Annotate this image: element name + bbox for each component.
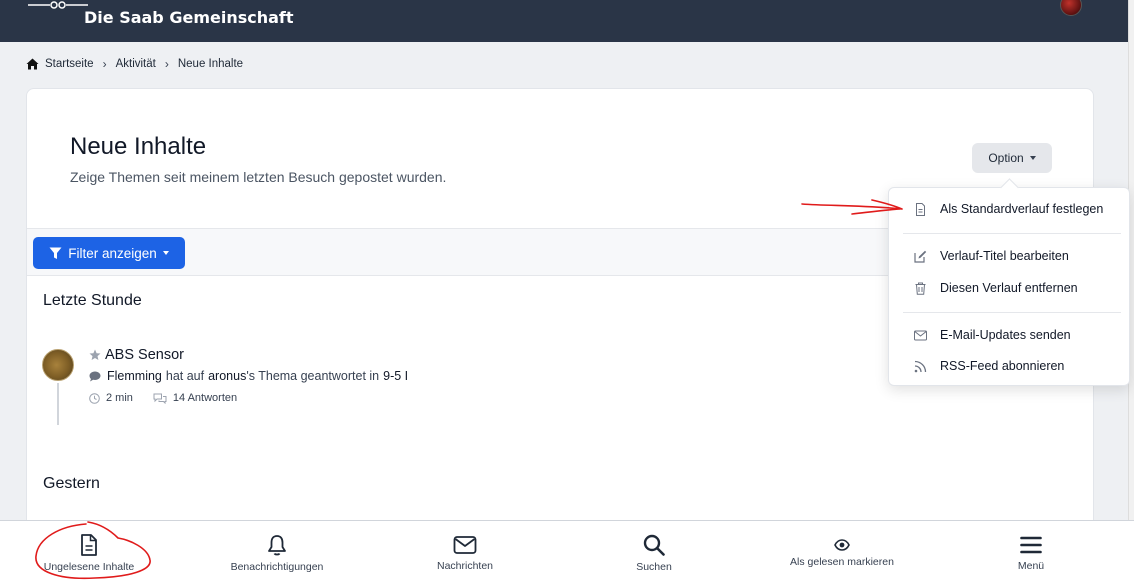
menu-item-rss[interactable]: RSS-Feed abonnieren	[889, 352, 1129, 380]
nav-menu[interactable]: Menü	[942, 521, 1120, 585]
option-button[interactable]: Option	[972, 143, 1052, 173]
menu-icon	[1020, 536, 1042, 554]
author-link[interactable]: Flemming	[107, 369, 162, 383]
avatar[interactable]	[42, 349, 74, 381]
rss-icon	[914, 360, 927, 372]
time-ago: 2 min	[106, 392, 133, 404]
menu-item-set-default[interactable]: Als Standardverlauf festlegen	[889, 195, 1129, 223]
envelope-icon	[453, 536, 477, 554]
breadcrumb-current: Neue Inhalte	[177, 58, 244, 70]
breadcrumb: Startseite › Aktivität › Neue Inhalte	[26, 57, 243, 71]
section-heading-yesterday: Gestern	[43, 475, 100, 492]
menu-item-label: E-Mail-Updates senden	[940, 328, 1071, 342]
menu-item-label: RSS-Feed abonnieren	[940, 359, 1065, 373]
nav-notifications[interactable]: Benachrichtigungen	[188, 521, 366, 585]
document-icon	[916, 202, 925, 216]
option-dropdown-menu: Als Standardverlauf festlegen Verlauf-Ti…	[888, 187, 1130, 386]
site-header: Die Saab Gemeinschaft	[0, 0, 1128, 42]
nav-label: Suchen	[636, 561, 672, 573]
plane-logo-icon	[28, 1, 88, 9]
site-logo-subtitle: Die Saab Gemeinschaft	[84, 8, 294, 27]
comment-icon	[89, 371, 101, 381]
bell-icon	[268, 535, 286, 556]
chevron-right-icon: ›	[164, 57, 169, 71]
menu-item-label: Diesen Verlauf entfernen	[940, 281, 1078, 295]
clock-icon	[89, 392, 100, 404]
nav-mark-read[interactable]: Als gelesen markieren	[753, 521, 931, 585]
menu-item-remove-stream[interactable]: Diesen Verlauf entfernen	[889, 274, 1129, 302]
page-title: Neue Inhalte	[70, 133, 207, 160]
search-icon	[643, 534, 665, 556]
section-heading-last-hour: Letzte Stunde	[43, 292, 142, 309]
home-icon	[26, 58, 39, 70]
thread-line	[57, 383, 59, 425]
forum-link[interactable]: 9-5 I	[383, 369, 408, 383]
nav-label: Menü	[1017, 560, 1045, 572]
nav-search[interactable]: Suchen	[565, 521, 743, 585]
menu-divider	[903, 233, 1121, 234]
topic-title-text[interactable]: ABS Sensor	[105, 347, 184, 363]
breadcrumb-label: Startseite	[45, 58, 94, 70]
topic-title[interactable]: ABS Sensor	[89, 347, 184, 363]
caret-down-icon	[162, 251, 169, 255]
topic-stats: 2 min 14 Antworten	[89, 392, 237, 404]
nav-messages[interactable]: Nachrichten	[376, 521, 554, 585]
nav-label: Benachrichtigungen	[230, 561, 324, 573]
comments-icon	[153, 393, 167, 404]
envelope-icon	[914, 330, 927, 340]
page-description: Zeige Themen seit meinem letzten Besuch …	[70, 169, 447, 185]
nav-unread-content[interactable]: Ungelesene Inhalte	[0, 521, 178, 585]
nav-label: Ungelesene Inhalte	[43, 561, 135, 573]
activity-text-2: 's Thema geantwortet in	[246, 369, 380, 383]
caret-down-icon	[1029, 156, 1036, 160]
chevron-right-icon: ›	[102, 57, 107, 71]
target-user-link[interactable]: aronus	[208, 369, 246, 383]
menu-item-label: Verlauf-Titel bearbeiten	[940, 249, 1069, 263]
bottom-navigation: Ungelesene Inhalte Benachrichtigungen Na…	[0, 520, 1134, 585]
nav-label: Als gelesen markieren	[790, 556, 894, 568]
breadcrumb-home[interactable]: Startseite	[26, 58, 94, 70]
breadcrumb-activity[interactable]: Aktivität	[116, 58, 156, 70]
menu-divider	[903, 312, 1121, 313]
menu-item-label: Als Standardverlauf festlegen	[940, 202, 1104, 216]
edit-icon	[914, 250, 927, 263]
filter-icon	[49, 247, 62, 259]
document-icon	[81, 534, 97, 556]
trash-icon	[915, 282, 926, 295]
option-button-label: Option	[988, 151, 1024, 165]
user-avatar[interactable]	[1060, 0, 1082, 16]
menu-item-edit-title[interactable]: Verlauf-Titel bearbeiten	[889, 242, 1129, 270]
eye-icon	[834, 539, 850, 551]
nav-label: Nachrichten	[436, 560, 494, 572]
filter-button[interactable]: Filter anzeigen	[33, 237, 185, 269]
activity-text: hat auf	[165, 369, 205, 383]
filter-button-label: Filter anzeigen	[68, 245, 157, 261]
topic-activity: Flemming hat auf aronus 's Thema geantwo…	[89, 369, 408, 383]
star-icon[interactable]	[89, 349, 101, 361]
menu-item-email-updates[interactable]: E-Mail-Updates senden	[889, 321, 1129, 349]
reply-count[interactable]: 14 Antworten	[173, 392, 237, 404]
